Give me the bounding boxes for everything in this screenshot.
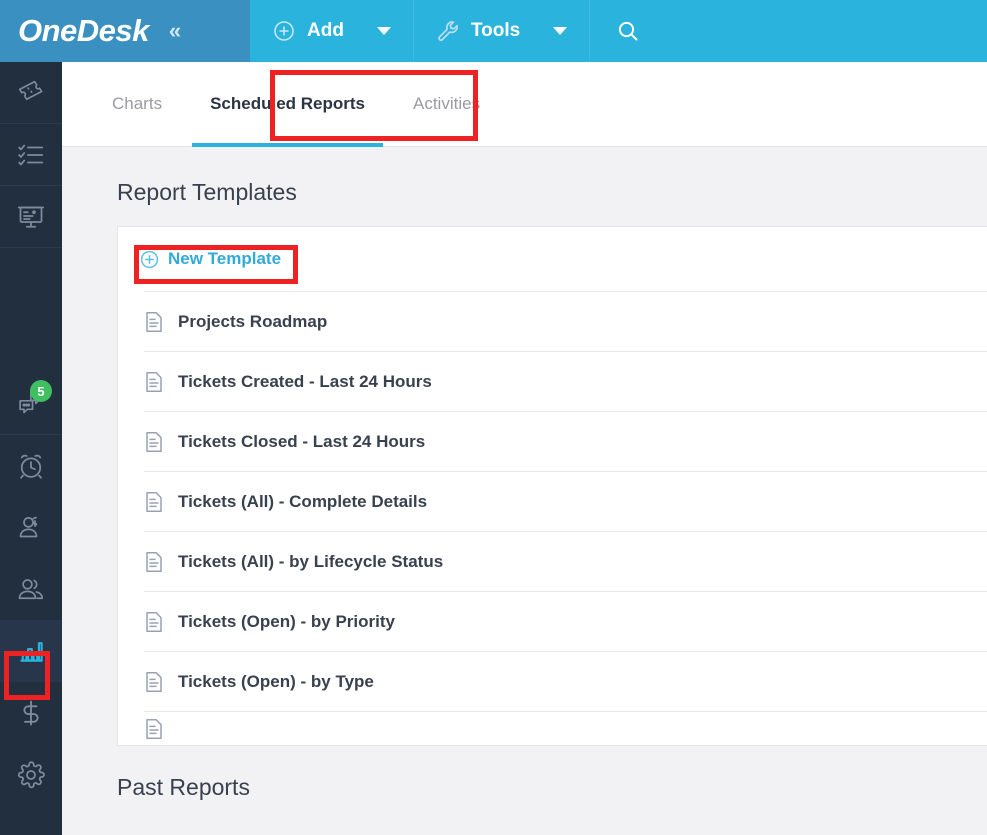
tab-bar: Charts Scheduled Reports Activities	[62, 62, 987, 147]
list-item[interactable]: Tickets (All) - by Lifecycle Status	[144, 531, 987, 591]
list-item-label: Tickets (All) - by Lifecycle Status	[178, 551, 444, 571]
app-logo[interactable]: OneDesk	[18, 13, 149, 49]
tools-label: Tools	[470, 20, 521, 41]
sidebar-gap-2	[0, 310, 62, 372]
report-templates-card: New Template Projects Roadmap Tickets Cr…	[117, 226, 987, 746]
sidebar-item-settings[interactable]	[0, 744, 62, 806]
list-item-label: Tickets (Open) - by Type	[178, 671, 374, 691]
tab-charts[interactable]: Charts	[88, 62, 186, 147]
tab-scheduled-reports[interactable]: Scheduled Reports	[186, 62, 389, 147]
document-icon	[144, 718, 164, 740]
sidebar-item-projects[interactable]	[0, 186, 62, 248]
wrench-icon	[436, 19, 460, 43]
document-icon	[144, 611, 164, 633]
double-chevron-left-icon[interactable]: «	[169, 20, 181, 42]
plus-circle-icon	[272, 19, 296, 43]
list-item-label: Tickets (All) - Complete Details	[178, 491, 428, 511]
users-icon	[16, 574, 46, 604]
list-item-label: Tickets Created - Last 24 Hours	[178, 371, 432, 391]
chevron-down-icon[interactable]	[553, 27, 568, 35]
app-root: OneDesk « Add Tools 5 Charts Scheduled R…	[0, 0, 987, 835]
add-label: Add	[307, 20, 344, 41]
document-icon	[144, 371, 164, 393]
list-item[interactable]: Tickets Created - Last 24 Hours	[144, 351, 987, 411]
sidebar-item-timesheets[interactable]	[0, 434, 62, 496]
gear-icon	[16, 760, 46, 790]
left-sidebar: 5	[0, 62, 62, 835]
page-title: Report Templates	[117, 179, 297, 205]
tab-activities[interactable]: Activities	[389, 62, 504, 147]
search-button[interactable]	[590, 0, 666, 62]
list-item-label: Projects Roadmap	[178, 311, 328, 331]
sidebar-item-analytics[interactable]	[0, 620, 62, 682]
dollar-sign-icon	[16, 698, 46, 728]
sidebar-item-users[interactable]	[0, 558, 62, 620]
document-icon	[144, 671, 164, 693]
tools-button[interactable]: Tools	[414, 0, 591, 62]
list-item-label: Tickets (Open) - by Priority	[178, 611, 395, 631]
plus-circle-icon	[140, 250, 159, 269]
list-item[interactable]: Tickets (Open) - by Type	[144, 651, 987, 711]
checklist-icon	[16, 140, 46, 170]
sidebar-item-messages[interactable]: 5	[0, 372, 62, 434]
document-icon	[144, 311, 164, 333]
list-item[interactable]: Tickets (All) - Complete Details	[144, 471, 987, 531]
new-template-label: New Template	[168, 249, 282, 268]
search-icon	[616, 19, 640, 43]
past-reports-title: Past Reports	[117, 774, 250, 800]
top-bar: OneDesk « Add Tools	[0, 0, 987, 62]
ticket-icon	[16, 78, 46, 108]
list-item[interactable]: Tickets Closed - Last 24 Hours	[144, 411, 987, 471]
sidebar-item-tickets[interactable]	[0, 62, 62, 124]
sidebar-item-customers[interactable]	[0, 496, 62, 558]
presentation-icon	[16, 202, 46, 232]
new-template-button[interactable]: New Template	[118, 227, 281, 291]
logo-zone: OneDesk «	[0, 0, 250, 62]
document-icon	[144, 431, 164, 453]
user-dollar-icon	[16, 512, 46, 542]
list-item-label: Tickets Closed - Last 24 Hours	[178, 431, 426, 451]
messages-badge: 5	[30, 380, 52, 402]
bar-chart-icon	[18, 638, 45, 665]
add-button[interactable]: Add	[250, 0, 414, 62]
sidebar-item-tasks[interactable]	[0, 124, 62, 186]
alarm-clock-icon	[16, 451, 46, 481]
content-area: Charts Scheduled Reports Activities Repo…	[62, 62, 987, 835]
sidebar-gap-1	[0, 248, 62, 310]
report-template-list: Projects Roadmap Tickets Created - Last …	[118, 291, 987, 745]
document-icon	[144, 491, 164, 513]
list-item-partial[interactable]	[144, 711, 987, 745]
document-icon	[144, 551, 164, 573]
chevron-down-icon[interactable]	[376, 27, 391, 35]
scheduled-reports-panel: Report Templates New Template Projects R…	[62, 147, 987, 801]
list-item[interactable]: Tickets (Open) - by Priority	[144, 591, 987, 651]
list-item[interactable]: Projects Roadmap	[144, 291, 987, 351]
sidebar-item-billing[interactable]	[0, 682, 62, 744]
topbar-filler	[666, 0, 987, 62]
